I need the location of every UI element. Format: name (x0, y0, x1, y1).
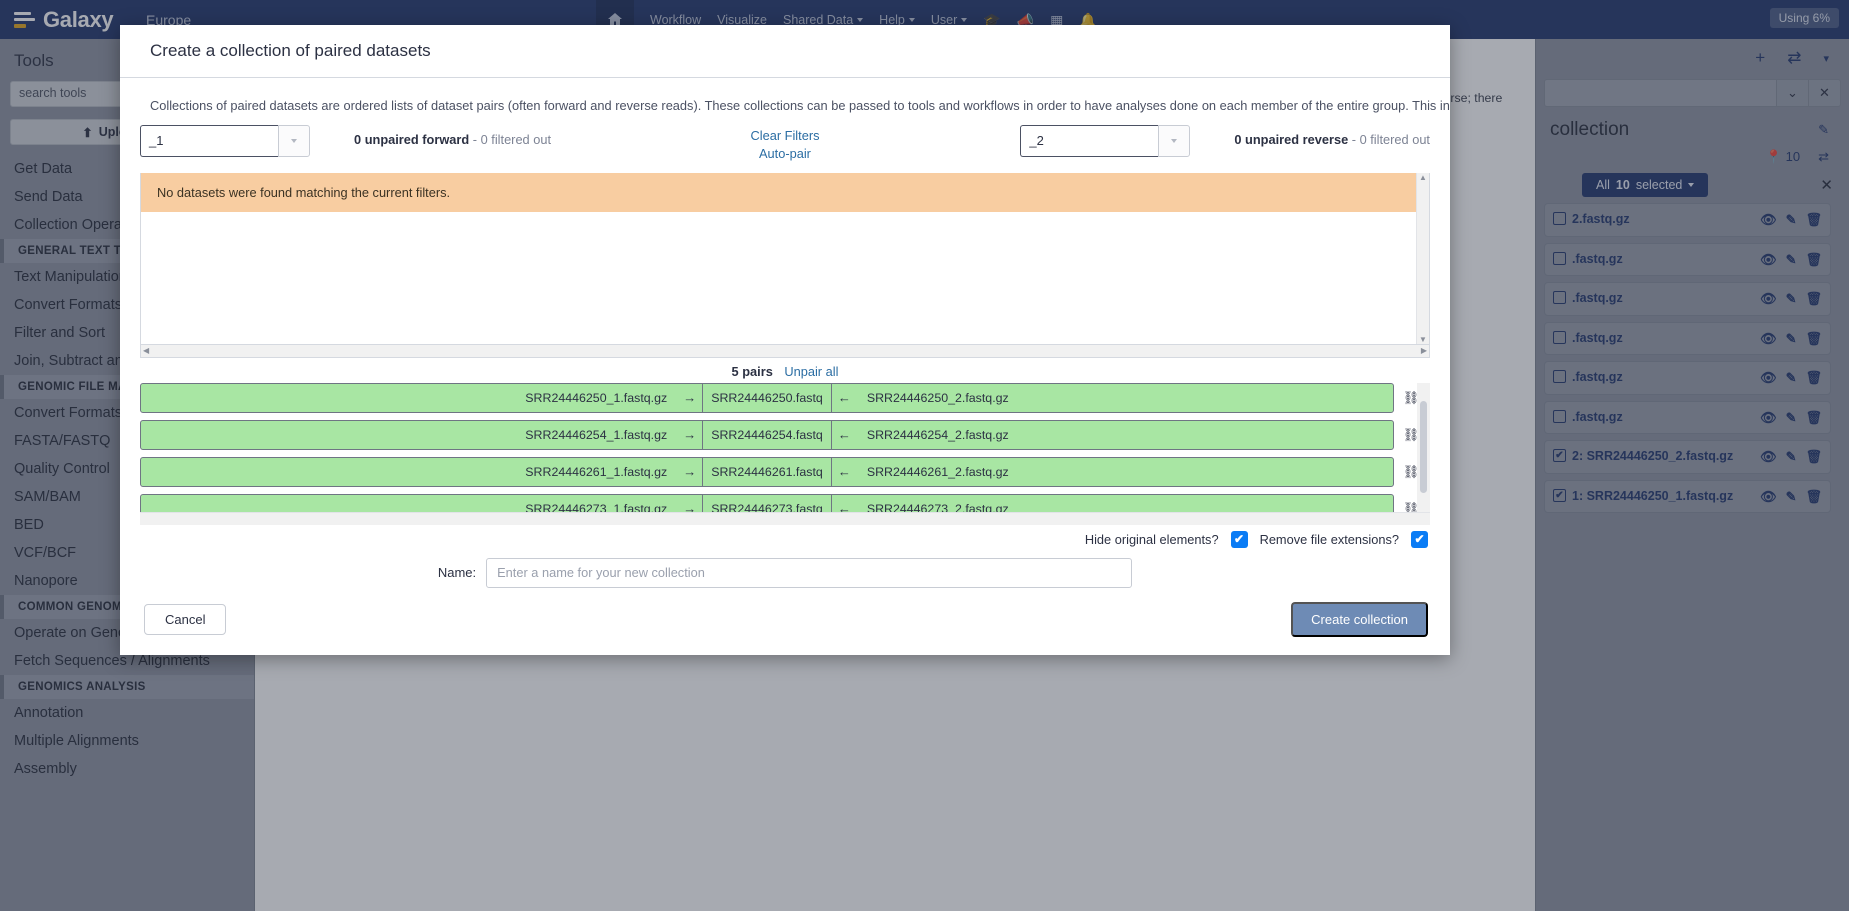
forward-count-value: 0 (354, 131, 362, 147)
unpaired-forward-count: 0 unpaired forward - 0 filtered out (354, 131, 552, 147)
scroll-left-icon[interactable]: ◀ (143, 346, 149, 355)
forward-count-label: unpaired forward (364, 131, 470, 147)
scroll-thumb[interactable] (1420, 400, 1427, 493)
reverse-count-value: 0 (1234, 131, 1242, 147)
pair-row[interactable]: SRR24446254_1.fastq.gz → SRR24446254.fastq… (140, 419, 1430, 450)
forward-filter-group: _1 (140, 124, 310, 157)
create-paired-collection-modal: Create a collection of paired datasets C… (120, 25, 1450, 655)
modal-header: Create a collection of paired datasets (120, 25, 1450, 78)
paired-vertical-scrollbar[interactable] (1417, 382, 1430, 525)
modal-title: Create a collection of paired datasets (150, 41, 431, 60)
pair-bar[interactable]: SRR24446261_1.fastq.gz → SRR24446261.fastq… (140, 456, 1394, 487)
pair-reverse-name[interactable]: SRR24446250_2.fastq.gz (857, 391, 1393, 405)
forward-filtered-out: 0 filtered out (480, 131, 552, 147)
scroll-down-icon[interactable]: ▼ (1419, 335, 1427, 344)
reverse-arrow-icon: ← (837, 464, 851, 479)
filters-row: _1 0 unpaired forward - 0 filtered out C… (120, 121, 1450, 173)
reverse-filter-area: _2 0 unpaired reverse - 0 filtered out (1020, 124, 1430, 157)
forward-arrow-icon: → (683, 390, 697, 405)
unpaired-vertical-scrollbar[interactable]: ▲ ▼ (1416, 172, 1429, 344)
remove-extensions-checkbox[interactable]: ✔ (1411, 530, 1428, 548)
hide-original-label: Hide original elements? (1084, 531, 1219, 547)
filter-links: Clear Filters Auto-pair (751, 127, 820, 164)
pair-forward-name[interactable]: SRR24446254_1.fastq.gz (141, 428, 677, 442)
pair-row[interactable]: SRR24446250_1.fastq.gz → SRR24446250.fastq… (140, 382, 1430, 413)
unpaired-datasets-area: No datasets were found matching the curr… (140, 172, 1430, 358)
unpaired-reverse-count: 0 unpaired reverse - 0 filtered out (1234, 131, 1430, 147)
pair-name[interactable]: SRR24446254.fastq (702, 420, 832, 449)
modal-description-row: Collections of paired datasets are order… (120, 78, 1450, 121)
paired-horizontal-scrollbar[interactable] (140, 511, 1430, 525)
forward-filter-input[interactable]: _1 (140, 124, 278, 157)
options-row: Hide original elements? ✔ Remove file ex… (120, 525, 1450, 552)
paired-list-area: SRR24446250_1.fastq.gz → SRR24446250.fastq… (140, 382, 1430, 525)
cancel-button[interactable]: Cancel (144, 603, 227, 635)
pair-bar[interactable]: SRR24446250_1.fastq.gz → SRR24446250.fastq… (140, 382, 1394, 413)
collection-name-input[interactable]: Enter a name for your new collection (486, 557, 1133, 588)
pairs-count: 5 pairs (731, 363, 773, 379)
modal-footer: Cancel Create collection (120, 588, 1450, 655)
reverse-filter-group: _2 (1020, 124, 1191, 157)
reverse-arrow-icon: ← (837, 390, 851, 405)
pair-list: SRR24446250_1.fastq.gz → SRR24446250.fastq… (140, 382, 1430, 524)
unpaired-horizontal-scrollbar[interactable]: ◀ ▶ (141, 343, 1429, 357)
name-label: Name: (437, 565, 477, 581)
forward-arrow-icon: → (683, 427, 697, 442)
paired-header: 5 pairs Unpair all (120, 358, 1450, 383)
pair-reverse-name[interactable]: SRR24446261_2.fastq.gz (857, 465, 1393, 479)
pair-reverse-name[interactable]: SRR24446254_2.fastq.gz (857, 428, 1393, 442)
caret-down-icon (1171, 138, 1178, 143)
pair-forward-name[interactable]: SRR24446261_1.fastq.gz (141, 465, 677, 479)
reverse-filter-dropdown[interactable] (1158, 124, 1191, 157)
pair-bar[interactable]: SRR24446254_1.fastq.gz → SRR24446254.fastq… (140, 419, 1394, 450)
no-datasets-alert: No datasets were found matching the curr… (141, 172, 1429, 212)
hide-original-checkbox[interactable]: ✔ (1230, 530, 1248, 548)
reverse-filter-input[interactable]: _2 (1020, 124, 1159, 157)
reverse-arrow-icon: ← (837, 427, 851, 442)
pair-row[interactable]: SRR24446261_1.fastq.gz → SRR24446261.fastq… (140, 456, 1430, 487)
unpair-all-link[interactable]: Unpair all (784, 364, 838, 379)
modal-body: Collections of paired datasets are order… (120, 78, 1450, 655)
scroll-right-icon[interactable]: ▶ (1421, 346, 1427, 355)
forward-arrow-icon: → (683, 464, 697, 479)
create-collection-button[interactable]: Create collection (1291, 601, 1428, 637)
modal-description: Collections of paired datasets are order… (150, 97, 1450, 113)
name-row: Name: Enter a name for your new collecti… (120, 552, 1450, 588)
forward-filter-dropdown[interactable] (278, 124, 310, 157)
clear-filters-link[interactable]: Clear Filters (751, 127, 820, 146)
auto-pair-link[interactable]: Auto-pair (751, 145, 820, 164)
screen: Galaxy Europe Workflow Visualize Shared … (0, 0, 1849, 911)
pair-forward-name[interactable]: SRR24446250_1.fastq.gz (141, 391, 677, 405)
scroll-up-icon[interactable]: ▲ (1419, 173, 1427, 182)
remove-extensions-label: Remove file extensions? (1259, 531, 1399, 547)
caret-down-icon (291, 138, 297, 143)
reverse-count-label: unpaired reverse (1245, 131, 1349, 147)
reverse-filtered-out: 0 filtered out (1359, 131, 1430, 147)
pair-name[interactable]: SRR24446250.fastq (702, 383, 832, 412)
pair-name[interactable]: SRR24446261.fastq (702, 457, 832, 486)
